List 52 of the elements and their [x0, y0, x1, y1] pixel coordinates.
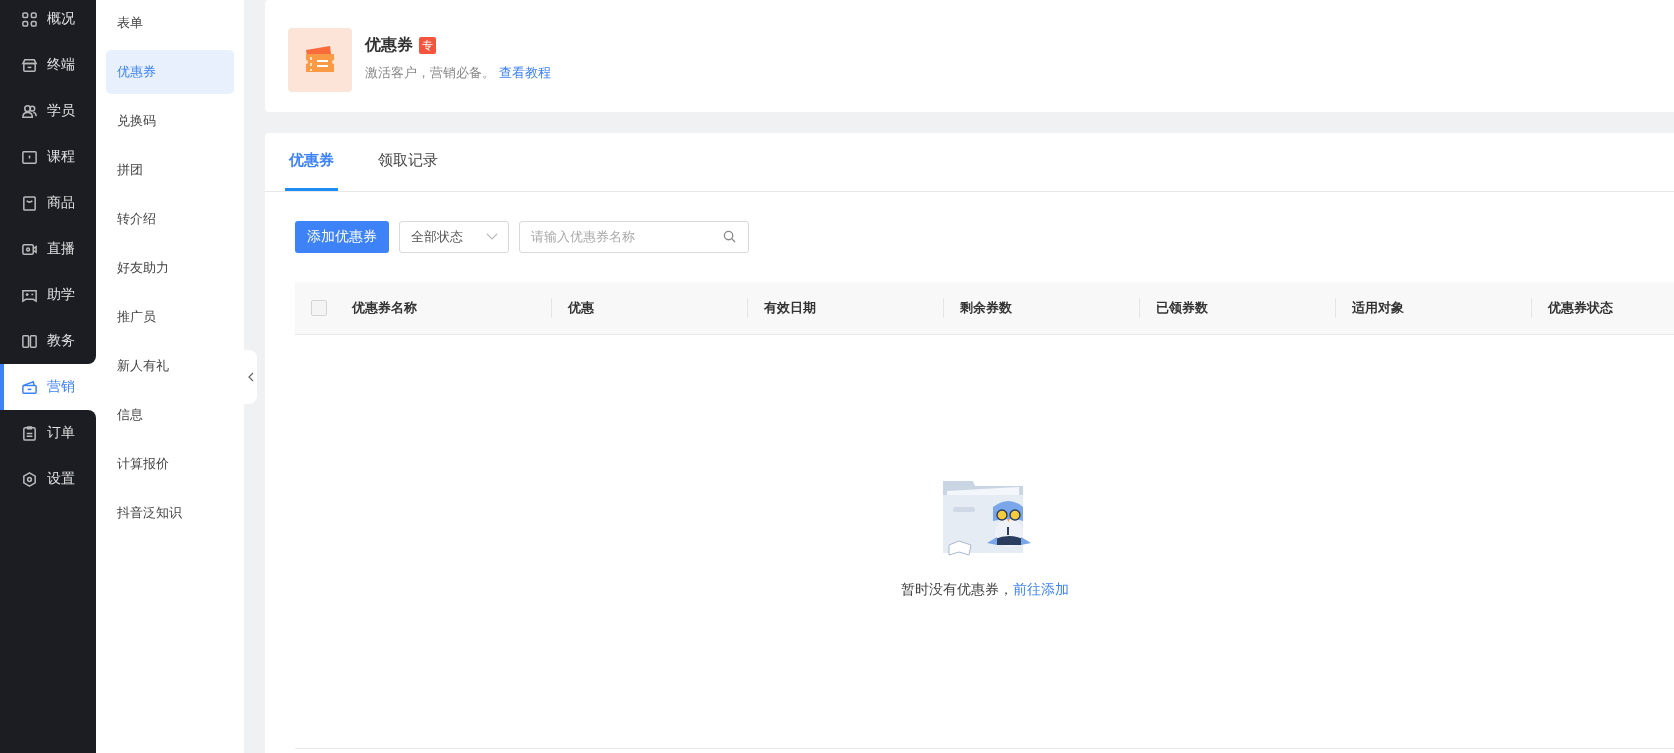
tab[interactable]: 领取记录 [374, 133, 442, 191]
clipboard-icon [21, 424, 38, 442]
empty-message: 暂时没有优惠券， [900, 581, 1013, 599]
users-icon [21, 102, 38, 120]
submenu-item[interactable]: 抖音泛知识 [106, 491, 234, 535]
column-header: 已领券数 [1156, 299, 1208, 317]
search-icon [723, 229, 736, 243]
nav-item[interactable]: 教务 [0, 318, 96, 364]
column-header: 优惠券状态 [1548, 299, 1613, 317]
bag-icon [21, 194, 38, 212]
add-coupon-button[interactable]: 添加优惠券 [295, 220, 389, 253]
hexagon-icon [21, 470, 38, 488]
column-header: 优惠券名称 [352, 299, 417, 317]
submenu-item[interactable]: 计算报价 [106, 442, 234, 486]
chevron-left-icon [247, 372, 254, 382]
collapse-handle[interactable] [244, 350, 257, 404]
submenu-item[interactable]: 好友助力 [106, 246, 234, 290]
submenu-item[interactable]: 信息 [106, 393, 234, 437]
chevron-down-icon [486, 232, 498, 241]
column-header: 优惠 [568, 299, 594, 317]
tutorial-link[interactable]: 查看教程 [498, 64, 551, 80]
board-icon [21, 148, 38, 166]
submenu-item[interactable]: 拼团 [106, 148, 234, 192]
status-select[interactable]: 全部状态 [399, 220, 509, 253]
nav-item[interactable]: 学员 [0, 88, 96, 134]
nav-item[interactable]: 概况 [0, 0, 96, 42]
coupon-icon [288, 28, 352, 92]
page-title: 优惠券 [365, 34, 413, 55]
search-field[interactable]: 请输入优惠券名称 [519, 220, 749, 253]
column-header: 剩余券数 [960, 299, 1012, 317]
store-icon [21, 56, 38, 74]
select-all-checkbox[interactable] [311, 300, 327, 316]
tab[interactable]: 优惠券 [285, 133, 338, 191]
submenu-item[interactable]: 新人有礼 [106, 344, 234, 388]
nav-item[interactable]: 商品 [0, 180, 96, 226]
submenu-item[interactable]: 表单 [106, 1, 234, 45]
nav-item[interactable]: 助学 [0, 272, 96, 318]
wallet-icon [21, 378, 38, 396]
submenu-item[interactable]: 转介绍 [106, 197, 234, 241]
grid-icon [21, 10, 38, 28]
add-link[interactable]: 前往添加 [1012, 581, 1069, 599]
nav-item[interactable]: 直播 [0, 226, 96, 272]
column-header: 有效日期 [764, 299, 816, 317]
nav-item[interactable]: 终端 [0, 42, 96, 88]
column-header: 适用对象 [1352, 299, 1404, 317]
nav-item[interactable]: 设置 [0, 456, 96, 502]
submenu-item[interactable]: 推广员 [106, 295, 234, 339]
page-description: 激活客户，营销必备。 [365, 64, 495, 80]
submenu-item[interactable]: 兑换码 [106, 99, 234, 143]
nav-item[interactable]: 课程 [0, 134, 96, 180]
exclusive-badge: 专 [419, 36, 436, 54]
nav-item[interactable]: 订单 [0, 410, 96, 456]
